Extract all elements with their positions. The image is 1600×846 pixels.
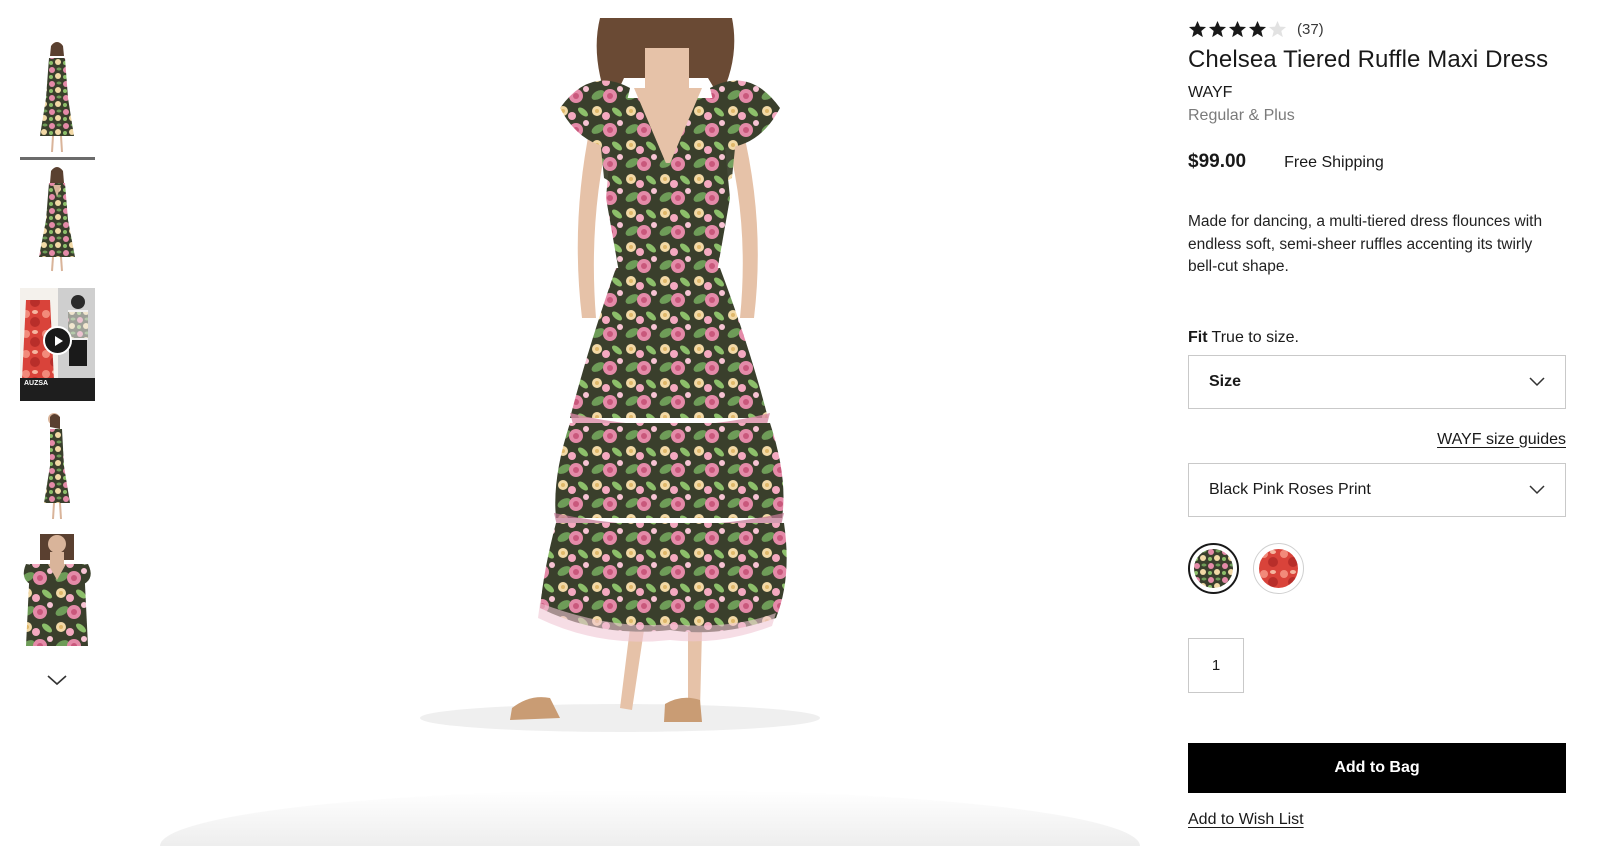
thumbnail-back[interactable]	[20, 165, 95, 275]
thumbnail-video[interactable]: AUZSA	[20, 288, 95, 401]
product-description: Made for dancing, a multi-tiered dress f…	[1188, 213, 1543, 275]
product-details-panel: (37) Chelsea Tiered Ruffle Maxi Dress WA…	[1188, 18, 1566, 829]
fit-range: Regular & Plus	[1188, 107, 1295, 124]
chevron-down-icon	[1529, 484, 1545, 494]
size-select-label: Size	[1209, 372, 1242, 390]
thumbnail-detail[interactable]	[20, 534, 95, 646]
color-select-label: Black Pink Roses Print	[1209, 480, 1371, 498]
fit-info: Fit True to size.	[1188, 329, 1566, 347]
star-filled-icon	[1228, 20, 1247, 37]
color-select[interactable]: Black Pink Roses Print	[1188, 462, 1566, 517]
thumbnail-side[interactable]	[20, 411, 95, 523]
thumbnail-front[interactable]	[20, 38, 95, 160]
play-icon[interactable]	[43, 326, 72, 355]
add-to-wishlist-link[interactable]: Add to Wish List	[1188, 811, 1304, 829]
star-filled-icon	[1248, 20, 1267, 37]
price-row: $99.00 Free Shipping	[1188, 151, 1566, 173]
video-caption: AUZSA	[24, 380, 49, 387]
rating-stars	[1188, 20, 1287, 39]
shipping-info: Free Shipping	[1284, 154, 1384, 171]
swatch-red-floral[interactable]	[1253, 542, 1304, 594]
main-product-image[interactable]	[420, 18, 920, 746]
brand-name[interactable]: WAYF	[1188, 84, 1566, 102]
image-floor-shadow	[160, 790, 1140, 846]
star-empty-icon	[1268, 20, 1287, 37]
chevron-down-icon	[1529, 376, 1545, 386]
chevron-down-icon[interactable]	[46, 672, 68, 688]
swatch-black-pink-roses[interactable]	[1188, 542, 1239, 594]
quantity-input[interactable]: 1	[1188, 637, 1244, 693]
color-swatches	[1188, 542, 1566, 594]
size-select[interactable]: Size	[1188, 354, 1566, 409]
star-filled-icon	[1208, 20, 1227, 37]
fit-value: True to size.	[1211, 328, 1299, 346]
rating-row[interactable]: (37)	[1188, 18, 1566, 40]
size-guide-link[interactable]: WAYF size guides	[1188, 431, 1566, 449]
fit-label: Fit	[1188, 328, 1208, 346]
star-filled-icon	[1188, 20, 1207, 37]
review-count[interactable]: (37)	[1297, 21, 1324, 38]
price: $99.00	[1188, 151, 1247, 172]
product-title: Chelsea Tiered Ruffle Maxi Dress	[1188, 46, 1549, 73]
add-to-bag-button[interactable]: Add to Bag	[1188, 742, 1566, 793]
